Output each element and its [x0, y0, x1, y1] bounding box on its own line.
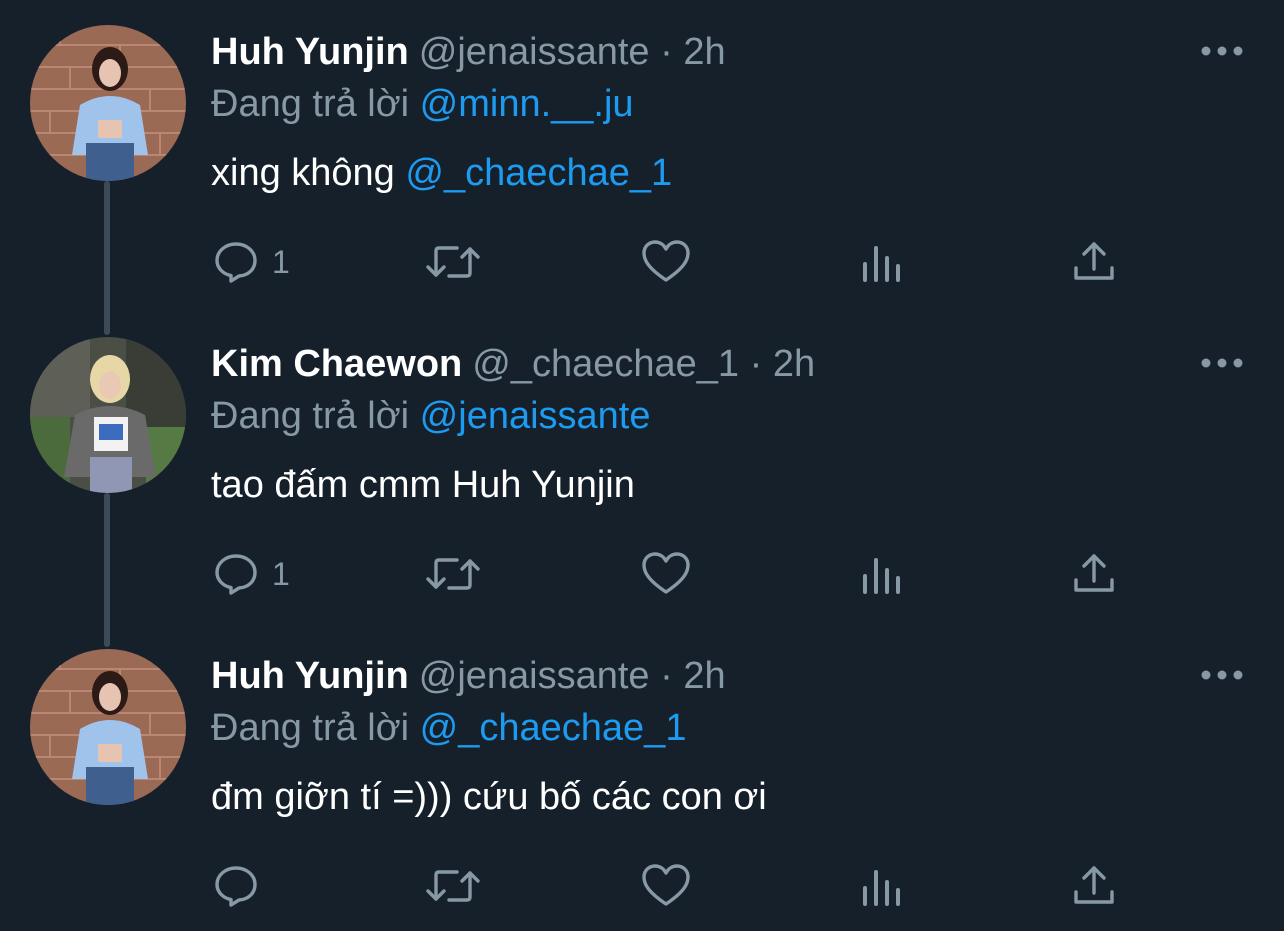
avatar[interactable] [30, 337, 186, 493]
reply-icon [215, 866, 257, 907]
replying-to-mention[interactable]: @jenaissante [420, 395, 651, 437]
share-button[interactable] [1070, 860, 1118, 912]
replying-to-mention[interactable]: @_chaechae_1 [420, 707, 687, 749]
like-button[interactable] [640, 860, 692, 912]
more-icon[interactable] [1198, 659, 1246, 691]
reply-button[interactable] [212, 860, 272, 912]
author-name[interactable]: Huh Yunjin [211, 655, 409, 697]
like-button[interactable] [640, 548, 692, 600]
separator-dot: · [660, 655, 673, 697]
replying-to-mention[interactable]: @minn.__.ju [420, 83, 634, 125]
tweet-header: Huh Yunjin @jenaissante · 2h [211, 28, 726, 76]
author-name[interactable]: Huh Yunjin [211, 31, 409, 73]
views-button[interactable] [858, 548, 906, 600]
reply-icon [215, 242, 257, 283]
retweet-button[interactable] [424, 236, 482, 288]
tweet[interactable]: Kim Chaewon @_chaechae_1 · 2h Đang trả lờ… [0, 312, 1284, 624]
tweet[interactable]: Huh Yunjin @jenaissante · 2h Đang trả lời… [0, 0, 1284, 312]
action-bar: 1 [0, 548, 1284, 600]
tweet-text: xing không @_chaechae_1 [211, 148, 672, 198]
tweet-text-mention[interactable]: @_chaechae_1 [405, 152, 672, 194]
replying-to: Đang trả lời @minn.__.ju [211, 80, 634, 128]
timestamp[interactable]: 2h [683, 655, 725, 697]
author-name[interactable]: Kim Chaewon [211, 343, 462, 385]
timestamp[interactable]: 2h [773, 343, 815, 385]
author-handle[interactable]: @_chaechae_1 [472, 343, 739, 385]
separator-dot: · [749, 343, 763, 385]
author-handle[interactable]: @jenaissante [419, 31, 650, 73]
views-icon [863, 246, 900, 282]
more-icon[interactable] [1198, 347, 1246, 379]
share-icon [1074, 242, 1114, 280]
heart-icon [642, 864, 690, 906]
tweet-text-plain: đm giỡn tí =))) cứu bố các con ơi [211, 776, 767, 818]
retweet-icon [426, 558, 480, 590]
separator-dot: · [660, 31, 673, 73]
reply-button[interactable]: 1 [212, 548, 290, 600]
tweet-header: Kim Chaewon @_chaechae_1 · 2h [211, 340, 815, 388]
tweet-text: tao đấm cmm Huh Yunjin [211, 460, 635, 510]
author-handle[interactable]: @jenaissante [419, 655, 650, 697]
avatar[interactable] [30, 25, 186, 181]
tweet[interactable]: Huh Yunjin @jenaissante · 2h Đang trả lời… [0, 624, 1284, 931]
share-icon [1074, 554, 1114, 592]
timestamp[interactable]: 2h [683, 31, 725, 73]
retweet-button[interactable] [424, 860, 482, 912]
share-button[interactable] [1070, 236, 1118, 288]
replying-to: Đang trả lời @_chaechae_1 [211, 704, 686, 752]
replying-to: Đang trả lời @jenaissante [211, 392, 651, 440]
avatar[interactable] [30, 649, 186, 805]
tweet-text: đm giỡn tí =))) cứu bố các con ơi [211, 772, 767, 822]
action-bar: 1 [0, 236, 1284, 288]
views-button[interactable] [858, 860, 906, 912]
views-icon [863, 870, 900, 906]
reply-button[interactable]: 1 [212, 236, 290, 288]
like-button[interactable] [640, 236, 692, 288]
reply-icon [215, 554, 257, 595]
replying-to-label: Đang trả lời [211, 395, 410, 437]
action-bar [0, 860, 1284, 912]
share-icon [1074, 866, 1114, 904]
reply-count: 1 [272, 555, 290, 592]
reply-count: 1 [272, 243, 290, 280]
retweet-icon [426, 246, 480, 278]
retweet-button[interactable] [424, 548, 482, 600]
tweet-thread: Huh Yunjin @jenaissante · 2h Đang trả lời… [0, 0, 1284, 931]
views-icon [863, 558, 900, 594]
retweet-icon [426, 870, 480, 902]
views-button[interactable] [858, 236, 906, 288]
tweet-text-plain: tao đấm cmm Huh Yunjin [211, 464, 635, 506]
replying-to-label: Đang trả lời [211, 83, 410, 125]
share-button[interactable] [1070, 548, 1118, 600]
tweet-text-plain: xing không [211, 152, 406, 194]
heart-icon [642, 552, 690, 594]
more-icon[interactable] [1198, 35, 1246, 67]
tweet-header: Huh Yunjin @jenaissante · 2h [211, 652, 726, 700]
heart-icon [642, 240, 690, 282]
replying-to-label: Đang trả lời [211, 707, 410, 749]
